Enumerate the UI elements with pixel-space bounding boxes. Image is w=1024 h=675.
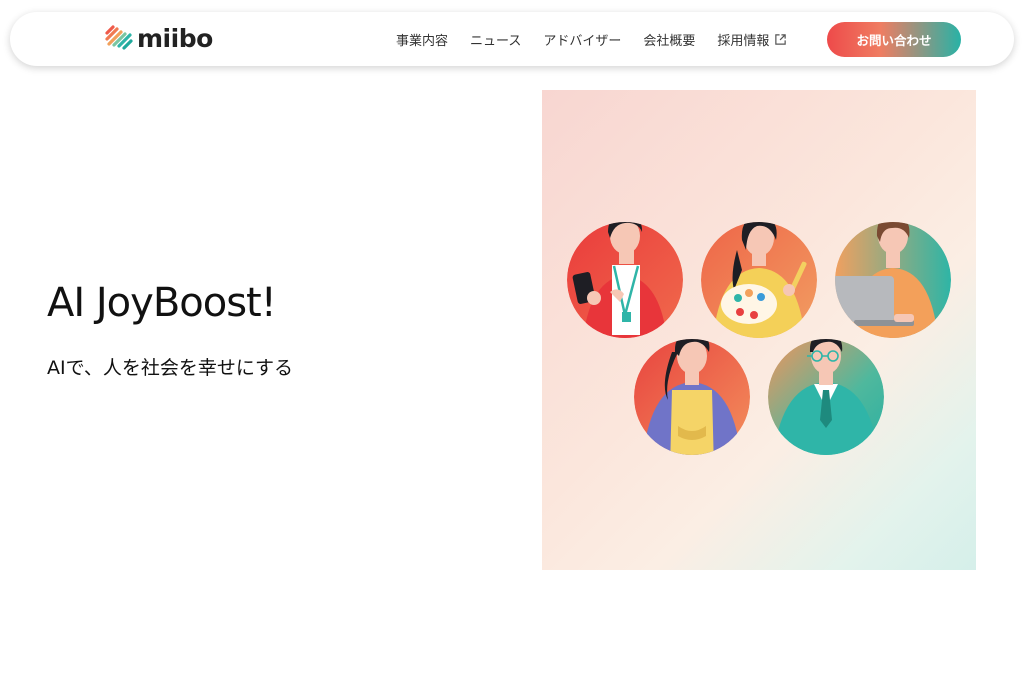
nav-item-advisors[interactable]: アドバイザー [543, 30, 621, 49]
person-with-laptop-icon [835, 222, 951, 338]
logo-text: miibo [137, 24, 213, 53]
nav-item-recruit[interactable]: 採用情報 [717, 30, 787, 49]
miibo-logo-icon [105, 25, 133, 50]
person-with-palette-icon [701, 222, 817, 338]
person-with-phone-icon [567, 222, 683, 338]
nav-item-recruit-label: 採用情報 [717, 33, 770, 49]
hero-subtitle: AIで、人を社会を幸せにする [47, 357, 294, 379]
person-with-apron-icon [634, 339, 750, 455]
logo-link[interactable]: miibo [104, 24, 213, 54]
nav-item-news[interactable]: ニュース [470, 30, 521, 49]
main-nav: 事業内容 ニュース アドバイザー 会社概要 採用情報 [396, 12, 809, 66]
person-businessman-icon [768, 339, 884, 455]
site-header: miibo 事業内容 ニュース アドバイザー 会社概要 採用情報 お問い合わせ [10, 12, 1014, 66]
nav-item-company[interactable]: 会社概要 [643, 30, 695, 49]
external-link-icon [775, 33, 787, 45]
hero-title: AI JoyBoost! [47, 280, 277, 326]
nav-item-business[interactable]: 事業内容 [396, 30, 448, 49]
contact-button[interactable]: お問い合わせ [827, 22, 961, 57]
hero-illustration [542, 90, 976, 570]
